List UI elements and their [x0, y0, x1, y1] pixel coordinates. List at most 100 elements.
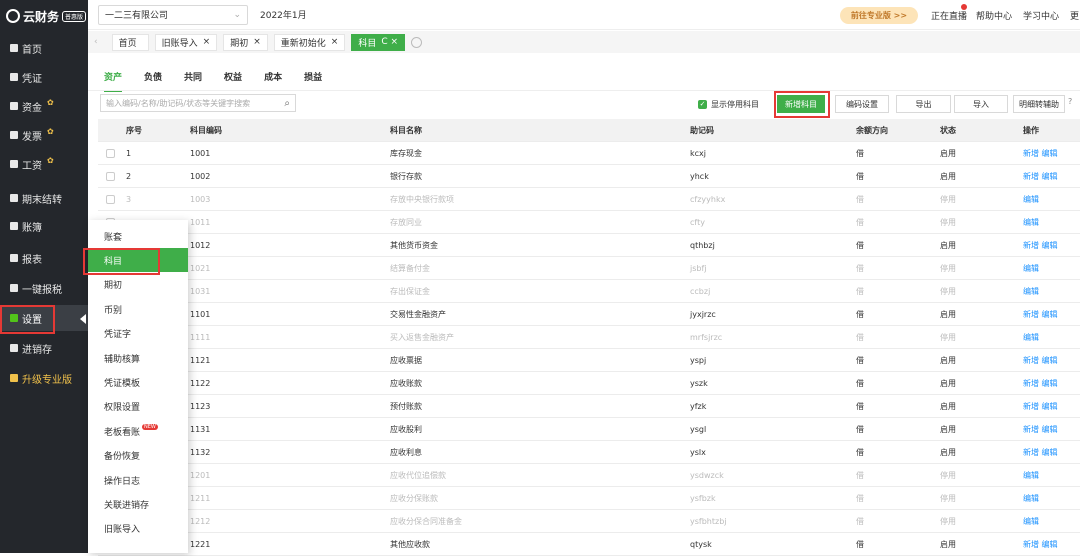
search-icon[interactable]: ⌕	[284, 98, 290, 109]
sidebar-item-inventory[interactable]: 进销存	[0, 335, 88, 361]
table-row[interactable]: 1111 买入返售金融资产 mrfsjrzc 借 停用 编辑	[98, 326, 1080, 349]
submenu-item-0[interactable]: 账套	[88, 224, 188, 248]
row-checkbox[interactable]	[106, 171, 115, 181]
table-row[interactable]: 1131 应收股利 ysgl 借 启用 新增 编辑	[98, 418, 1080, 441]
table-row[interactable]: 1031 存出保证金 ccbzj 借 停用 编辑	[98, 280, 1080, 303]
tab-0[interactable]: 首页	[111, 33, 149, 51]
close-icon[interactable]: ×	[331, 37, 339, 47]
company-select[interactable]: 一二三有限公司 ⌄	[98, 4, 248, 25]
submenu-item-5[interactable]: 辅助核算	[88, 346, 188, 370]
cell-ops[interactable]: 新增 编辑	[1023, 309, 1058, 320]
detail-to-aux-button[interactable]: 明细转辅助	[1013, 95, 1065, 113]
cell-ops[interactable]: 编辑	[1023, 286, 1039, 297]
sidebar-item-period-end[interactable]: 期末结转	[0, 185, 88, 211]
submenu-item-7[interactable]: 权限设置	[88, 395, 188, 419]
column-header[interactable]: 助记码	[690, 125, 714, 136]
cell-ops[interactable]: 编辑	[1023, 493, 1039, 504]
table-row[interactable]: 1201 应收代位追偿款 ysdwzck 借 停用 编辑	[98, 464, 1080, 487]
table-row[interactable]: 1123 预付账款 yfzk 借 启用 新增 编辑	[98, 395, 1080, 418]
period-label[interactable]: 2022年1月	[260, 8, 307, 21]
upgrade-button[interactable]: 前往专业版 >>	[840, 7, 918, 24]
sidebar-item-invoice[interactable]: 发票 ✿	[0, 122, 88, 148]
cell-ops[interactable]: 新增 编辑	[1023, 240, 1058, 251]
sidebar-item-home[interactable]: 首页	[0, 35, 88, 61]
cell-ops[interactable]: 新增 编辑	[1023, 539, 1058, 550]
column-header[interactable]: 余额方向	[856, 125, 888, 136]
learn-link[interactable]: 学习中心	[1023, 9, 1059, 22]
column-header[interactable]: 序号	[126, 125, 142, 136]
cell-ops[interactable]: 编辑	[1023, 516, 1039, 527]
table-row[interactable]: 1212 应收分保合同准备金 ysfbhtzbj 借 停用 编辑	[98, 510, 1080, 533]
tab-1[interactable]: 旧账导入 ×	[154, 33, 218, 51]
submenu-item-8[interactable]: 老板看账 NEW	[88, 419, 188, 443]
help-icon[interactable]: ?	[1068, 97, 1072, 106]
tab-3[interactable]: 重新初始化 ×	[273, 33, 346, 51]
sidebar-item-salary[interactable]: 工资 ✿	[0, 151, 88, 177]
row-checkbox[interactable]	[106, 194, 115, 204]
tab-4[interactable]: 科目 C ×	[351, 33, 406, 51]
sidebar-item-tax[interactable]: 一键报税	[0, 275, 88, 301]
tabs-back-icon[interactable]: ‹	[94, 37, 98, 47]
cell-ops[interactable]: 新增 编辑	[1023, 401, 1058, 412]
sidebar-item-reports[interactable]: 报表	[0, 245, 88, 271]
table-row[interactable]: 1132 应收利息 yslx 借 启用 新增 编辑	[98, 441, 1080, 464]
import-button[interactable]: 导入	[954, 95, 1008, 113]
submenu-item-12[interactable]: 旧账导入	[88, 517, 188, 541]
close-icon[interactable]: C ×	[381, 37, 398, 47]
submenu-item-3[interactable]: 币别	[88, 297, 188, 321]
cell-ops[interactable]: 新增 编辑	[1023, 424, 1058, 435]
tab-subtab-4[interactable]: 成本	[264, 70, 282, 92]
table-row[interactable]: 1121 应收票据 yspj 借 启用 新增 编辑	[98, 349, 1080, 372]
close-icon[interactable]: ×	[253, 37, 261, 47]
tab-subtab-2[interactable]: 共同	[184, 70, 202, 92]
help-link[interactable]: 帮助中心	[976, 9, 1012, 22]
table-row[interactable]: 1 1001 库存现金 kcxj 借 启用 新增 编辑	[98, 142, 1080, 165]
submenu-item-6[interactable]: 凭证模板	[88, 370, 188, 394]
tab-subtab-0[interactable]: 资产	[104, 70, 123, 92]
cell-ops[interactable]: 新增 编辑	[1023, 148, 1058, 159]
cell-ops[interactable]: 新增 编辑	[1023, 171, 1058, 182]
table-row[interactable]: 1101 交易性金融资产 jyxjrzc 借 启用 新增 编辑	[98, 303, 1080, 326]
table-row[interactable]: 1021 结算备付金 jsbfj 借 停用 编辑	[98, 257, 1080, 280]
tab-subtab-3[interactable]: 权益	[224, 70, 242, 92]
sidebar-item-ledger[interactable]: 账簿	[0, 213, 88, 239]
submenu-item-4[interactable]: 凭证字	[88, 322, 188, 346]
table-row[interactable]: 2 1002 银行存款 yhck 借 启用 新增 编辑	[98, 165, 1080, 188]
cell-ops[interactable]: 编辑	[1023, 332, 1039, 343]
sidebar-item-upgrade[interactable]: 升级专业版	[0, 365, 88, 391]
table-row[interactable]: 1012 其他货币资金 qthbzj 借 启用 新增 编辑	[98, 234, 1080, 257]
column-header[interactable]: 科目名称	[390, 125, 422, 136]
submenu-item-11[interactable]: 关联进销存	[88, 492, 188, 516]
cell-ops[interactable]: 新增 编辑	[1023, 378, 1058, 389]
export-button[interactable]: 导出	[896, 95, 951, 113]
cell-ops[interactable]: 新增 编辑	[1023, 355, 1058, 366]
show-disabled-checkbox[interactable]: ✓ 显示停用科目	[698, 99, 759, 110]
tab-subtab-1[interactable]: 负债	[144, 70, 162, 92]
more-link[interactable]: 更	[1070, 9, 1079, 22]
close-icon[interactable]: ×	[203, 37, 211, 47]
sidebar-item-voucher[interactable]: 凭证	[0, 64, 88, 90]
table-row[interactable]: 1011 存放同业 cfty 借 停用 编辑	[98, 211, 1080, 234]
submenu-item-9[interactable]: 备份恢复	[88, 444, 188, 468]
cell-ops[interactable]: 编辑	[1023, 194, 1039, 205]
tab-2[interactable]: 期初 ×	[223, 33, 268, 51]
table-row[interactable]: 3 1003 存放中央银行款项 cfzyyhkx 借 停用 编辑	[98, 188, 1080, 211]
tabs-more-icon[interactable]	[411, 36, 423, 48]
live-link[interactable]: 正在直播	[931, 9, 967, 22]
sidebar-item-funds[interactable]: 资金 ✿	[0, 93, 88, 119]
cell-ops[interactable]: 编辑	[1023, 217, 1039, 228]
column-header[interactable]: 科目编码	[190, 125, 222, 136]
cell-ops[interactable]: 编辑	[1023, 470, 1039, 481]
tab-subtab-5[interactable]: 损益	[304, 70, 322, 92]
column-header[interactable]: 操作	[1023, 125, 1039, 136]
table-row[interactable]: 1122 应收账款 yszk 借 启用 新增 编辑	[98, 372, 1080, 395]
table-row[interactable]: 1211 应收分保账款 ysfbzk 借 停用 编辑	[98, 487, 1080, 510]
column-header[interactable]: 状态	[940, 125, 956, 136]
row-checkbox[interactable]	[106, 148, 115, 158]
search-input[interactable]: 输入编码/名称/助记码/状态等关键字搜索 ⌕	[100, 94, 296, 112]
submenu-item-2[interactable]: 期初	[88, 273, 188, 297]
cell-ops[interactable]: 新增 编辑	[1023, 447, 1058, 458]
code-settings-button[interactable]: 编码设置	[835, 95, 889, 113]
submenu-item-10[interactable]: 操作日志	[88, 468, 188, 492]
cell-ops[interactable]: 编辑	[1023, 263, 1039, 274]
